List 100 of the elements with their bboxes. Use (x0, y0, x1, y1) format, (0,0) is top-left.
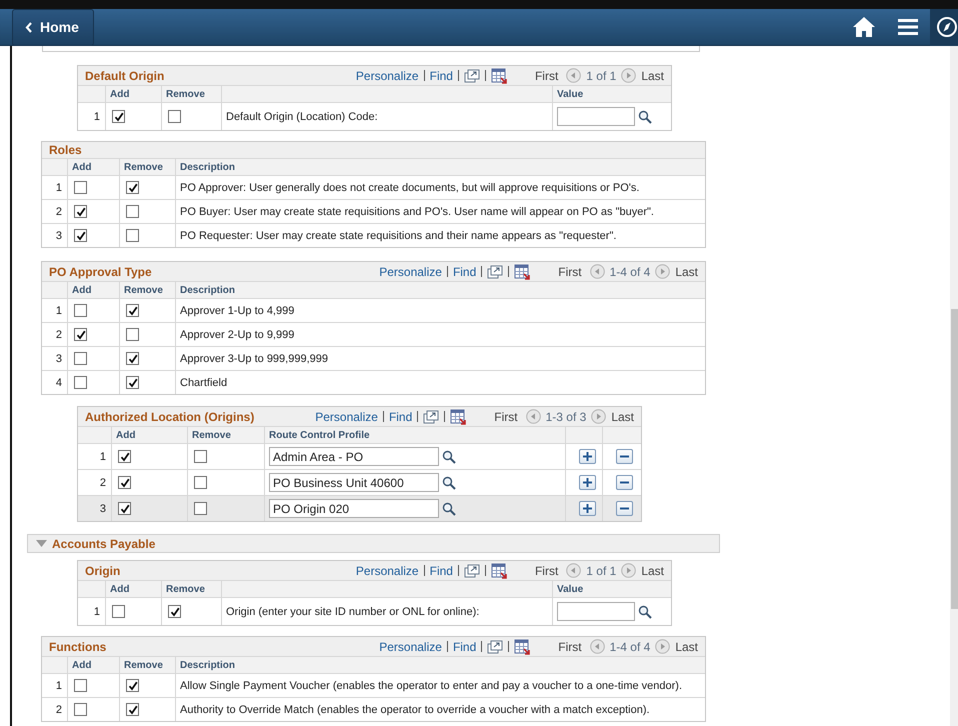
first-label[interactable]: First (534, 564, 558, 578)
search-icon[interactable] (638, 604, 652, 618)
checkbox[interactable] (168, 110, 181, 123)
checkbox[interactable] (112, 605, 125, 618)
checkbox[interactable] (194, 502, 207, 515)
checkbox[interactable] (126, 679, 139, 692)
checkbox[interactable] (168, 605, 181, 618)
last-label[interactable]: Last (675, 640, 698, 654)
find-link[interactable]: Find (452, 640, 476, 654)
text-field[interactable]: PO Origin 020 (269, 499, 439, 518)
grid-row[interactable]: 1 Approver 1-Up to 4,999 (42, 299, 705, 323)
find-link[interactable]: Find (430, 564, 453, 578)
grid-row[interactable]: 1 Allow Single Payment Voucher (enables the operator to enter and pay a voucher to a one-time vendor). (42, 674, 705, 698)
search-icon[interactable] (442, 476, 456, 490)
new-window-icon[interactable] (487, 640, 504, 654)
personalize-link[interactable]: Personalize (379, 264, 442, 278)
row-number: 1 (56, 680, 62, 692)
new-window-icon[interactable] (464, 564, 480, 578)
value-field[interactable] (557, 602, 635, 621)
text-field[interactable]: Admin Area - PO (269, 447, 439, 466)
first-label[interactable]: First (558, 640, 582, 654)
compass-icon[interactable] (930, 8, 958, 46)
download-icon[interactable] (490, 562, 507, 578)
checkbox[interactable] (74, 229, 87, 242)
download-icon[interactable] (514, 264, 530, 280)
new-window-icon[interactable] (464, 68, 480, 82)
checkbox[interactable] (74, 376, 87, 389)
checkbox[interactable] (74, 352, 87, 365)
delete-row-button[interactable] (616, 449, 633, 464)
first-label[interactable]: First (534, 68, 558, 82)
checkbox[interactable] (126, 376, 139, 389)
column-header: Description (180, 162, 236, 172)
checkbox[interactable] (194, 476, 207, 489)
checkbox[interactable] (126, 205, 139, 218)
add-row-button[interactable] (579, 501, 596, 516)
download-icon[interactable] (450, 408, 466, 424)
last-label[interactable]: Last (641, 68, 664, 82)
checkbox[interactable] (74, 703, 87, 716)
text-field[interactable]: PO Business Unit 40600 (269, 473, 439, 492)
grid-title: Roles (49, 143, 82, 157)
checkbox[interactable] (126, 304, 139, 317)
row-number: 1 (94, 606, 100, 618)
column-header: Remove (124, 162, 163, 172)
delete-row-button[interactable] (616, 475, 633, 490)
checkbox[interactable] (194, 450, 207, 463)
grid-title: Functions (49, 640, 106, 654)
search-icon[interactable] (638, 110, 652, 124)
row-number: 3 (56, 352, 62, 364)
first-label[interactable]: First (494, 410, 518, 424)
checkbox[interactable] (118, 476, 131, 489)
download-icon[interactable] (490, 68, 507, 84)
delete-row-button[interactable] (616, 501, 633, 516)
checkbox[interactable] (74, 679, 87, 692)
grid-row[interactable]: 2 PO Buyer: User may create state requisitions and PO's. User name will appear on PO as "buyer". (42, 200, 705, 224)
plus-icon (583, 504, 592, 513)
new-window-icon[interactable] (487, 264, 504, 278)
personalize-link[interactable]: Personalize (356, 564, 419, 578)
grid-row[interactable]: 2 Approver 2-Up to 9,999 (42, 323, 705, 347)
checkbox[interactable] (118, 502, 131, 515)
search-icon[interactable] (442, 450, 456, 464)
download-icon[interactable] (514, 638, 530, 654)
grid-row[interactable]: 1 Admin Area - PO (78, 444, 641, 470)
last-label[interactable]: Last (641, 564, 664, 578)
checkbox[interactable] (74, 328, 87, 341)
personalize-link[interactable]: Personalize (315, 410, 378, 424)
find-link[interactable]: Find (430, 68, 453, 82)
checkbox[interactable] (126, 229, 139, 242)
grid-row[interactable]: 3 Approver 3-Up to 999,999,999 (42, 347, 705, 371)
grid-row[interactable]: 3 PO Origin 020 (78, 496, 641, 521)
add-row-button[interactable] (579, 449, 596, 464)
checkbox[interactable] (126, 328, 139, 341)
find-link[interactable]: Find (452, 264, 476, 278)
grid-title: PO Approval Type (49, 264, 152, 278)
checkbox[interactable] (74, 205, 87, 218)
home-button[interactable]: Home (12, 8, 94, 46)
scrollbar[interactable] (950, 46, 958, 726)
description-text: Approver 1-Up to 4,999 (180, 304, 294, 316)
grid-row[interactable]: 1 PO Approver: User generally does not create documents, but will approve requisitions or PO's. (42, 176, 705, 200)
personalize-link[interactable]: Personalize (356, 68, 419, 82)
checkbox[interactable] (126, 703, 139, 716)
personalize-link[interactable]: Personalize (379, 640, 442, 654)
column-header: Description (180, 660, 236, 670)
last-label[interactable]: Last (611, 410, 634, 424)
checkbox[interactable] (74, 181, 87, 194)
row-number: 3 (56, 230, 62, 242)
checkbox[interactable] (126, 352, 139, 365)
checkbox[interactable] (118, 450, 131, 463)
checkbox[interactable] (126, 181, 139, 194)
checkbox[interactable] (112, 110, 125, 123)
checkbox[interactable] (74, 304, 87, 317)
grid-row[interactable]: 2 PO Business Unit 40600 (78, 470, 641, 496)
section-header[interactable]: Accounts Payable (27, 534, 720, 553)
first-label[interactable]: First (558, 264, 582, 278)
value-field[interactable] (557, 107, 635, 126)
search-icon[interactable] (442, 502, 456, 516)
add-row-button[interactable] (579, 475, 596, 490)
find-link[interactable]: Find (388, 410, 412, 424)
last-label[interactable]: Last (675, 264, 698, 278)
description-text: Origin (enter your site ID number or ONL for online): (226, 606, 480, 618)
new-window-icon[interactable] (423, 410, 440, 424)
